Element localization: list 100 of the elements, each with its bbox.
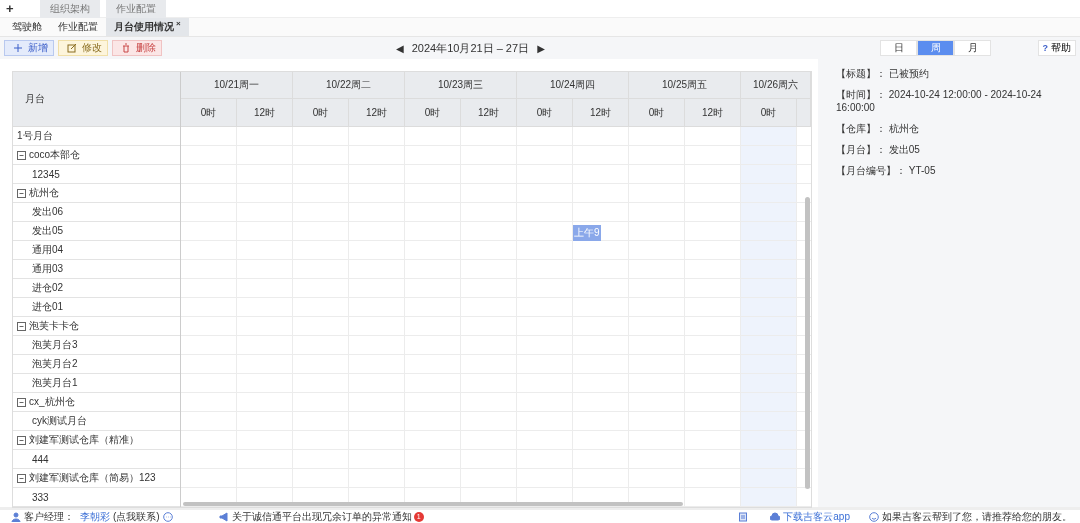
megaphone-icon <box>218 511 229 522</box>
dock-row[interactable]: 发出05 <box>13 222 180 241</box>
dock-row[interactable]: 通用03 <box>13 260 180 279</box>
hour-header: 0时 <box>181 99 237 127</box>
dock-row[interactable]: 1号月台 <box>13 127 180 146</box>
person-icon <box>11 511 21 522</box>
collapse-icon[interactable] <box>17 321 26 331</box>
date-range: 2024年10月21日 – 27日 <box>411 41 530 56</box>
dock-row[interactable]: 发出06 <box>13 203 180 222</box>
detail-line: 【月台编号】： YT-05 <box>836 164 937 177</box>
detail-line: 【标题】： 已被预约 <box>836 67 930 80</box>
hour-header: 0时 <box>741 99 797 127</box>
hour-header: 12时 <box>461 99 517 127</box>
dock-name: 1号月台 <box>17 129 53 143</box>
dock-name: 泡芙月台2 <box>32 357 78 371</box>
smile-icon <box>869 511 879 522</box>
dock-row[interactable]: cyk测试月台 <box>13 412 180 431</box>
day-header: 10/25周五 <box>629 72 741 99</box>
dock-name: cx_杭州仓 <box>29 395 75 409</box>
recommend-text: 如果吉客云帮到了您，请推荐给您的朋友。 <box>882 509 1072 523</box>
collapse-icon[interactable] <box>17 150 26 160</box>
group-row[interactable]: coco本部仓 <box>13 146 180 165</box>
dock-row[interactable]: 进仓01 <box>13 298 180 317</box>
day-header: 10/22周二 <box>293 72 405 99</box>
dock-row[interactable]: 进仓02 <box>13 279 180 298</box>
scrollbar[interactable] <box>183 502 683 506</box>
dock-name: 泡芙月台3 <box>32 338 78 352</box>
hour-header: 12时 <box>349 99 405 127</box>
notice-link[interactable]: 关于诚信通平台出现冗余订单的异常通知 <box>231 509 412 523</box>
trash-icon <box>121 43 131 53</box>
edit-button[interactable]: 修改 <box>58 40 108 56</box>
detail-line: 【时间】： 2024-10-24 12:00:00 - 2024-10-24 16:00:00 <box>836 88 1043 114</box>
view-button[interactable]: 月 <box>954 40 991 56</box>
dock-name: 通用03 <box>32 262 64 276</box>
hour-header: 12时 <box>573 99 629 127</box>
hour-header: 0时 <box>293 99 349 127</box>
add-icon[interactable]: + <box>6 1 34 16</box>
manager-link[interactable]: 李朝彩 <box>80 509 110 523</box>
next-icon[interactable]: ▶ <box>537 43 545 54</box>
dock-name: 12345 <box>32 168 60 180</box>
hour-header: 12时 <box>685 99 741 127</box>
dock-name: 刘建军测试仓库（精准） <box>29 433 139 447</box>
day-header: 10/24周四 <box>517 72 629 99</box>
contact-text: (点我联系) <box>113 509 160 523</box>
collapse-icon[interactable] <box>17 397 26 407</box>
day-header: 10/26周六 <box>741 72 811 99</box>
dock-name: 进仓01 <box>32 300 64 314</box>
dock-row[interactable]: 泡芙月台1 <box>13 374 180 393</box>
dock-name: 进仓02 <box>32 281 64 295</box>
scrollbar[interactable] <box>805 197 810 489</box>
hour-header: 0时 <box>517 99 573 127</box>
dock-row[interactable]: 泡芙月台2 <box>13 355 180 374</box>
cloud-icon <box>770 511 781 522</box>
detail-line: 【月台】： 发出05 <box>836 143 921 156</box>
chat-icon <box>162 511 173 522</box>
group-row[interactable]: 刘建军测试仓库（简易）123 <box>13 469 180 488</box>
column-header: 月台 <box>13 72 180 127</box>
group-row[interactable]: 泡芙卡卡仓 <box>13 317 180 336</box>
list-icon <box>738 511 749 522</box>
add-button[interactable]: 新增 <box>4 40 54 56</box>
dock-name: coco本部仓 <box>29 148 81 162</box>
dock-row[interactable]: 333 <box>13 488 180 507</box>
dock-name: 杭州仓 <box>29 186 59 200</box>
collapse-icon[interactable] <box>17 188 26 198</box>
page-tab[interactable]: 作业配置 <box>50 18 106 36</box>
dock-name: 444 <box>32 453 49 465</box>
dock-name: cyk测试月台 <box>32 414 87 428</box>
day-header: 10/23周三 <box>405 72 517 99</box>
nav-tab[interactable]: 组织架构 <box>40 0 100 18</box>
group-row[interactable]: cx_杭州仓 <box>13 393 180 412</box>
hour-header: 0时 <box>629 99 685 127</box>
dock-name: 刘建军测试仓库（简易）123 <box>29 471 156 485</box>
hour-header: 0时 <box>405 99 461 127</box>
group-row[interactable]: 杭州仓 <box>13 184 180 203</box>
collapse-icon[interactable] <box>17 473 26 483</box>
delete-button[interactable]: 删除 <box>112 40 162 56</box>
page-tab[interactable]: 驾驶舱 <box>4 18 50 36</box>
close-icon[interactable]: × <box>176 19 181 28</box>
nav-tab[interactable]: 作业配置 <box>106 0 166 18</box>
manager-label: 客户经理： <box>24 509 74 523</box>
dock-row[interactable]: 泡芙月台3 <box>13 336 180 355</box>
dock-name: 发出06 <box>32 205 64 219</box>
hour-header: 12时 <box>237 99 293 127</box>
detail-line: 【仓库】： 杭州仓 <box>836 122 920 135</box>
dock-name: 发出05 <box>32 224 64 238</box>
dock-name: 通用04 <box>32 243 64 257</box>
dock-name: 泡芙卡卡仓 <box>29 319 79 333</box>
dock-row[interactable]: 通用04 <box>13 241 180 260</box>
plus-icon <box>13 43 23 53</box>
help-button[interactable]: ? 帮助 <box>1037 40 1076 56</box>
dock-row[interactable]: 12345 <box>13 165 180 184</box>
previous-icon[interactable]: ◀ <box>396 43 404 54</box>
group-row[interactable]: 刘建军测试仓库（精准） <box>13 431 180 450</box>
collapse-icon[interactable] <box>17 435 26 445</box>
edit-icon <box>67 43 77 53</box>
page-tab[interactable]: 月台使用情况 × <box>106 18 189 36</box>
view-button[interactable]: 日 <box>880 40 917 56</box>
day-header: 10/21周一 <box>181 72 293 99</box>
dock-row[interactable]: 444 <box>13 450 180 469</box>
download-link[interactable]: 下载吉客云app <box>783 509 850 523</box>
